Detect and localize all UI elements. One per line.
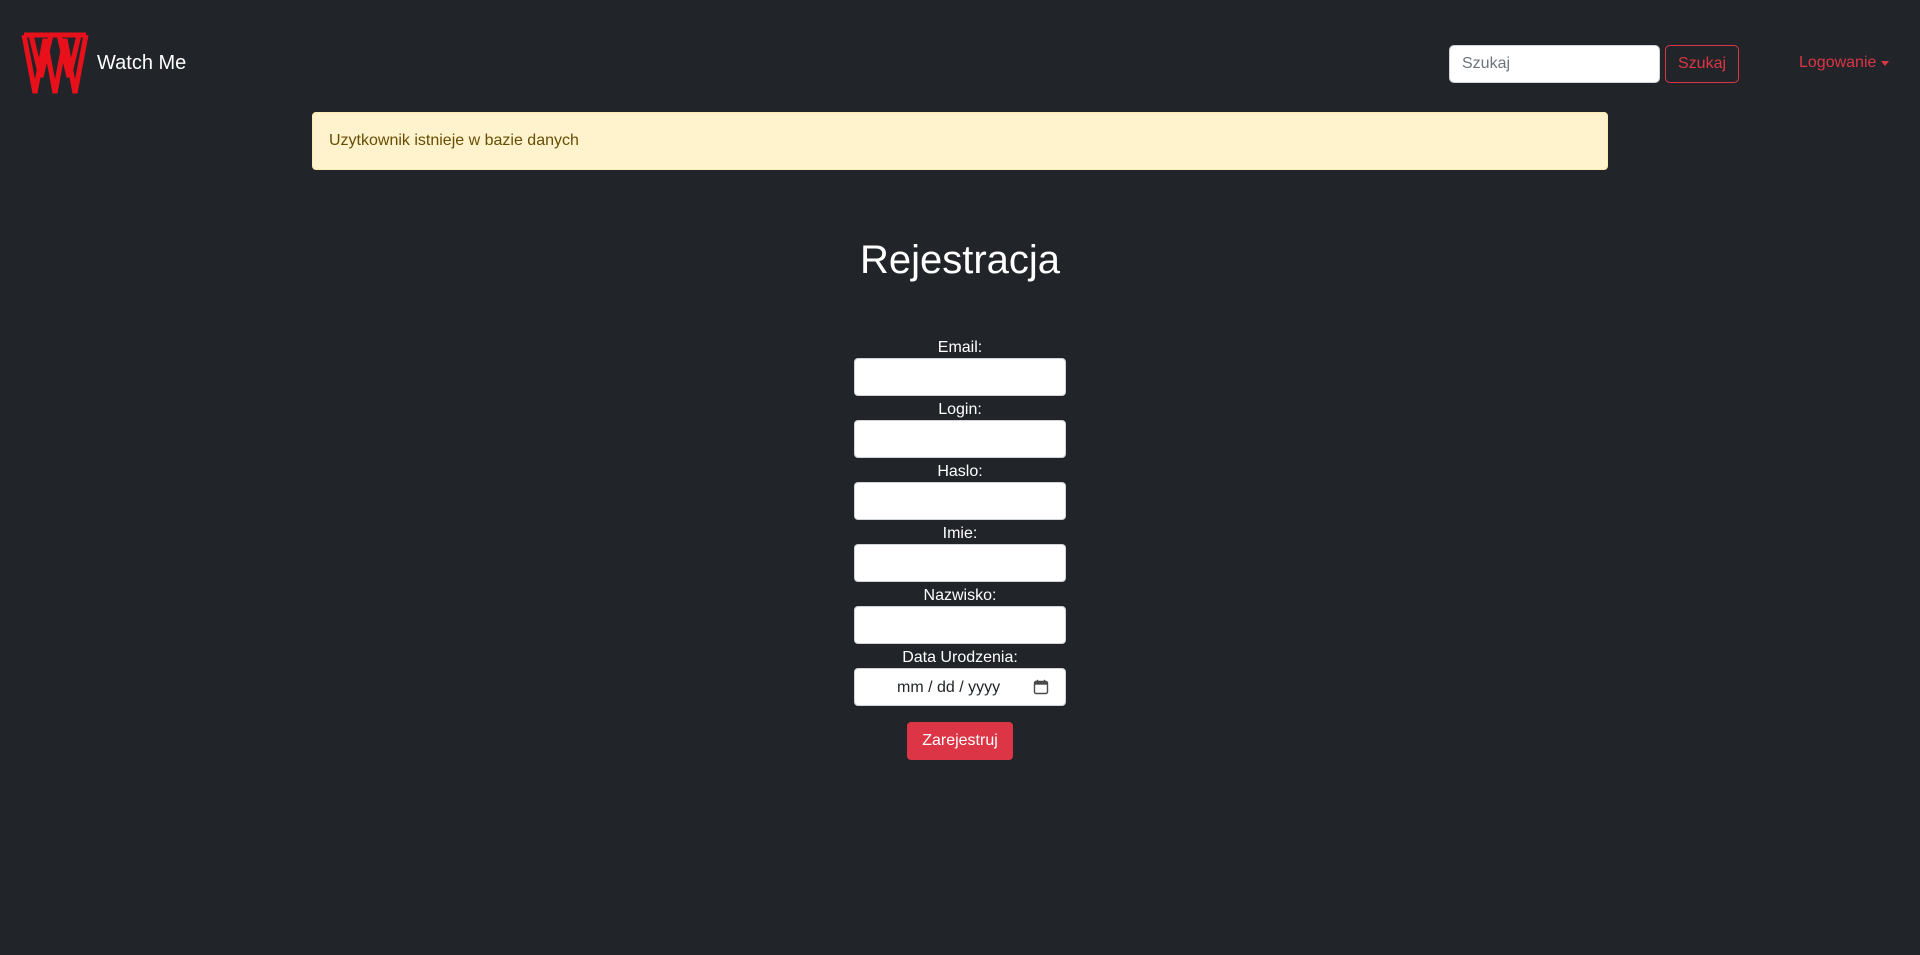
birthdate-field[interactable]: mm / dd / yyyy [854,668,1066,706]
login-dropdown[interactable]: Logowanie [1799,54,1890,72]
brand-name: Watch Me [97,52,187,74]
login-field[interactable] [854,420,1066,458]
brand-link[interactable]: Watch Me [21,29,186,97]
search-form: Szukaj [1449,45,1740,83]
search-button[interactable]: Szukaj [1665,45,1740,83]
email-label: Email: [937,339,983,356]
first-name-field[interactable] [854,544,1066,582]
birthdate-label: Data Urodzenia: [902,649,1018,666]
search-input[interactable] [1449,45,1660,83]
login-label: Login: [938,401,982,418]
register-button[interactable]: Zarejestruj [907,722,1013,760]
registration-form: Email: Login: Haslo: Imie: Nazwisko: Dat… [854,338,1066,760]
password-label: Haslo: [937,463,983,480]
navbar: Watch Me Szukaj Logowanie [0,0,1920,130]
submit-wrap: Zarejestruj [854,722,1066,760]
warning-alert: Uzytkownik istnieje w bazie danych [312,112,1608,170]
calendar-icon[interactable] [1033,679,1049,695]
page-title: Rejestracja [859,238,1061,282]
first-name-label: Imie: [942,525,978,542]
login-dropdown-label: Logowanie [1799,54,1877,71]
watchme-w-logo-icon [21,32,89,94]
alert-message: Uzytkownik istnieje w bazie danych [329,132,579,149]
email-field[interactable] [854,358,1066,396]
birthdate-placeholder: mm / dd / yyyy [897,679,1001,696]
last-name-field[interactable] [854,606,1066,644]
last-name-label: Nazwisko: [923,587,997,604]
password-field[interactable] [854,482,1066,520]
caret-down-icon [1881,60,1890,66]
